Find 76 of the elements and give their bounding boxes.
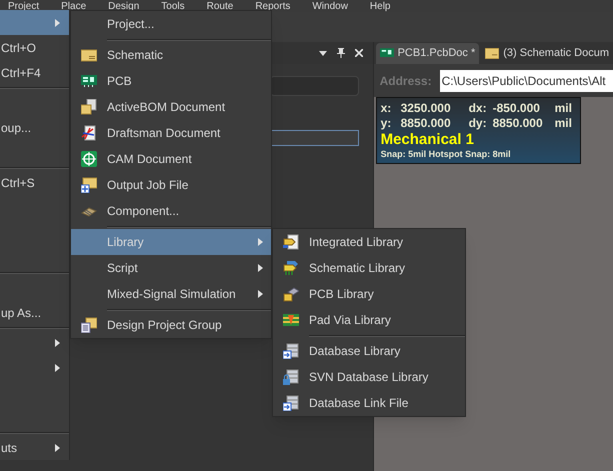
menu-item[interactable]: ActiveBOM Document [71, 94, 271, 120]
coordinate-label: y: [380, 116, 392, 131]
drawing-document-icon [81, 125, 97, 141]
submenu-arrow-icon [258, 264, 263, 272]
menu-item[interactable]: PCB Library [273, 281, 465, 307]
menu-item[interactable]: oup... [0, 115, 69, 140]
menu-bar-item[interactable]: Help [370, 2, 390, 12]
folder-icon [81, 48, 97, 62]
address-field[interactable]: C:\Users\Public\Documents\Alt [440, 70, 613, 92]
menu-item[interactable]: Component... [71, 198, 271, 224]
pad-via-icon [283, 312, 299, 328]
menu-bar-item[interactable]: Reports [255, 2, 290, 12]
database-lock-icon [283, 369, 299, 385]
coordinate-label: x: [380, 101, 392, 116]
layer-name: Mechanical 1 [380, 131, 475, 148]
menu-item[interactable]: Ctrl+S [0, 170, 69, 195]
menu-item[interactable]: Draftsman Document [71, 120, 271, 146]
unit-label: mil [554, 101, 572, 116]
chip-footprint-icon [283, 286, 299, 302]
coordinate-value: 3250.000 [400, 101, 452, 116]
menu-item[interactable]: Schematic [71, 42, 271, 68]
menu-item[interactable]: CAM Document [71, 146, 271, 172]
coordinate-label: dy: [468, 116, 487, 131]
unit-label: mil [554, 116, 572, 131]
menu-bar-item[interactable]: Window [312, 2, 348, 12]
menu-item[interactable]: Ctrl+O [0, 35, 69, 60]
coordinate-value: 8850.000 [492, 116, 544, 131]
pin-icon[interactable] [336, 48, 345, 58]
coordinate-label: dx: [468, 101, 487, 116]
menu-item[interactable]: Mixed-Signal Simulation [71, 281, 271, 307]
target-grid-icon [81, 151, 97, 167]
folder-icon [485, 48, 500, 59]
coordinate-value: 8850.000 [400, 116, 452, 131]
circuit-board-icon [380, 48, 394, 59]
submenu-arrow-icon [55, 338, 60, 346]
menu-bar-item[interactable]: Project [8, 2, 40, 12]
menu-item[interactable]: Project... [71, 11, 271, 37]
chip-icon [81, 205, 97, 217]
folders-icon [81, 317, 97, 333]
circuit-board-icon [81, 75, 97, 87]
document-tab[interactable]: PCB1.PcbDoc * [376, 43, 480, 64]
panel-field[interactable] [270, 130, 359, 146]
menu-item[interactable]: uts [0, 435, 69, 460]
menu-item[interactable]: up As... [0, 300, 69, 325]
menu-item[interactable]: Schematic Library [273, 255, 465, 281]
submenu-arrow-icon [258, 238, 263, 246]
menu-bar-item[interactable]: Route [206, 2, 234, 12]
dropdown-icon[interactable] [318, 50, 327, 56]
snap-info: Snap: 5mil Hotspot Snap: 8mil [380, 148, 512, 160]
folder-document-icon [81, 99, 97, 115]
menu-bar-item[interactable]: Place [61, 2, 86, 12]
menu-item[interactable]: PCB [71, 68, 271, 94]
submenu-arrow-icon [258, 290, 263, 298]
database-icon [283, 395, 299, 411]
menu-item[interactable]: Pad Via Library [273, 307, 465, 333]
menu-item[interactable]: Database Library [273, 338, 465, 364]
database-icon [283, 343, 299, 359]
folder-plus-icon [81, 177, 97, 193]
component-symbol-icon [283, 260, 299, 276]
menu-item[interactable]: Ctrl+F4 [0, 60, 69, 85]
submenu-arrow-icon [55, 444, 60, 452]
search-field[interactable] [270, 76, 359, 96]
menu-bar-item[interactable]: Design [108, 2, 140, 12]
menu-item[interactable]: Script [71, 255, 271, 281]
close-icon[interactable] [354, 49, 363, 57]
menu-item[interactable]: Design Project Group [71, 312, 271, 338]
menu-item[interactable]: Integrated Library [273, 229, 465, 255]
library-document-icon [283, 234, 299, 250]
coordinate-value: -850.000 [492, 101, 541, 116]
menu-item[interactable]: SVN Database Library [273, 364, 465, 390]
menu-item[interactable]: Output Job File [71, 172, 271, 198]
submenu-arrow-icon [55, 18, 60, 26]
menu-item[interactable]: Database Link File [273, 390, 465, 416]
submenu-arrow-icon [55, 364, 60, 372]
menu-bar-item[interactable]: Tools [161, 2, 185, 12]
address-label: Address: [380, 72, 432, 90]
